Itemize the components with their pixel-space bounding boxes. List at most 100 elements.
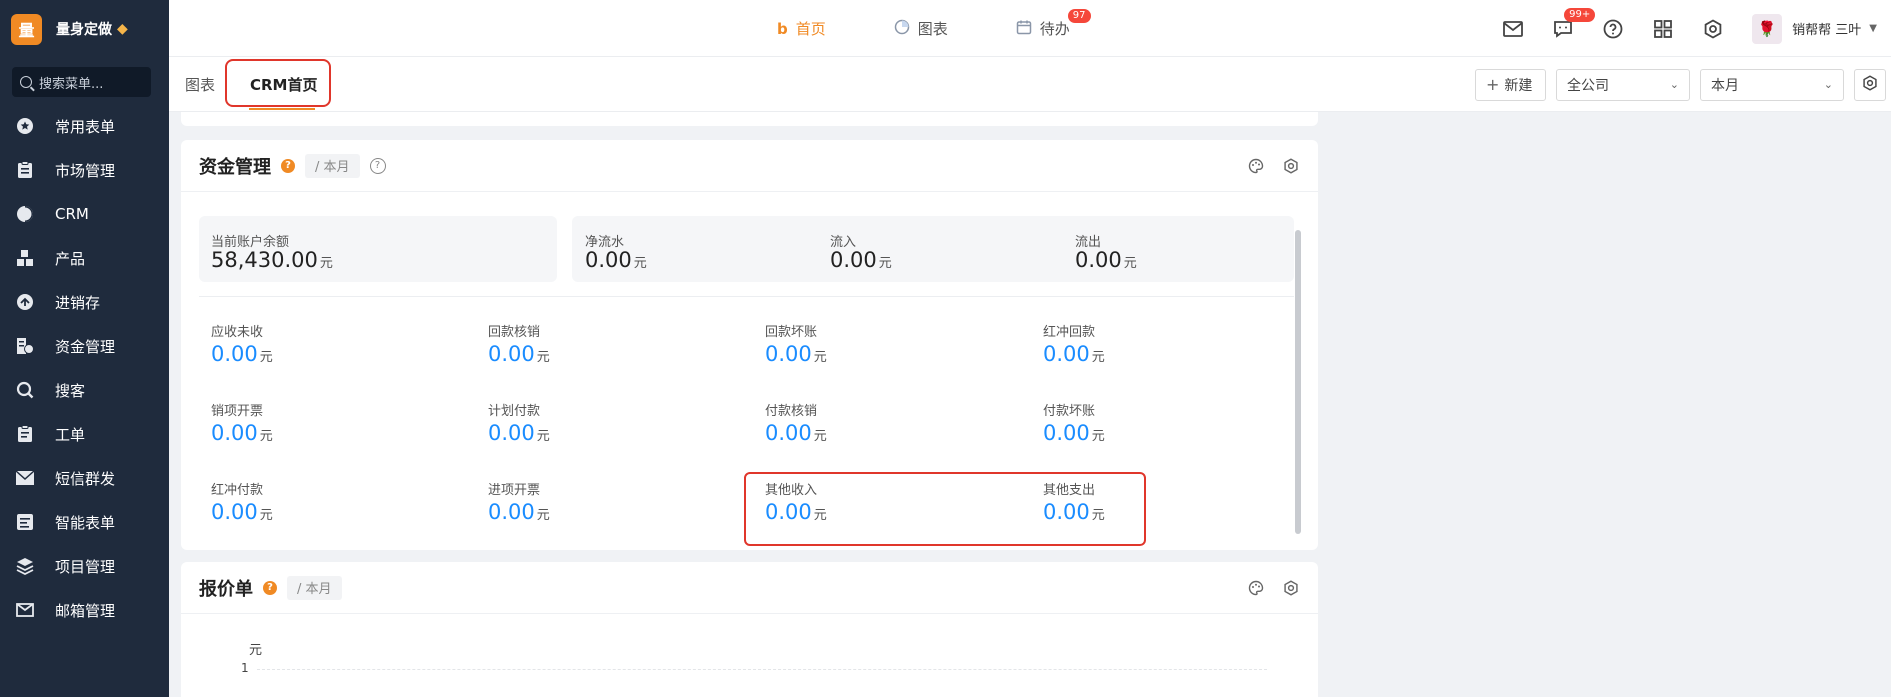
- metric-purchase-invoice[interactable]: 进项开票 0.00 元: [488, 479, 550, 524]
- sidebar-item-souke[interactable]: 搜客: [0, 368, 169, 412]
- period-select[interactable]: 本月 ⌄: [1700, 68, 1844, 101]
- sidebar-item-smart-forms[interactable]: 智能表单: [0, 500, 169, 544]
- brand-name: 量身定做: [56, 22, 112, 38]
- dashboard-content: 资金管理 ? / 本月 ? 当前账户余额 58,430.00 元 净流水 0.00…: [169, 112, 1319, 697]
- finance-card: 资金管理 ? / 本月 ? 当前账户余额 58,430.00 元 净流水 0.00…: [181, 140, 1318, 550]
- metric-bad-debt-received[interactable]: 回款坏账 0.00 元: [765, 321, 827, 366]
- metric-red-reversal-paid[interactable]: 红冲付款 0.00 元: [211, 479, 273, 524]
- nav-todo[interactable]: 待办 97: [1016, 9, 1091, 39]
- help-icon[interactable]: [1602, 18, 1624, 40]
- pie-chart-icon: [15, 204, 35, 224]
- calendar-icon: [1016, 19, 1032, 39]
- settings-icon[interactable]: [1702, 18, 1724, 40]
- sidebar-item-inventory[interactable]: 进销存: [0, 280, 169, 324]
- metric-label: 红冲回款: [1043, 325, 1096, 340]
- metric-unit: 元: [536, 429, 550, 444]
- chart-gridline: [257, 669, 1267, 670]
- question-icon[interactable]: ?: [263, 580, 277, 595]
- metric-payout-writeoff[interactable]: 付款核销 0.00 元: [765, 400, 827, 445]
- quote-card-header: 报价单 ? / 本月: [181, 562, 1318, 614]
- settings-icon[interactable]: [1282, 579, 1300, 597]
- search-icon: [15, 380, 35, 400]
- metric-value: 0.00: [1075, 248, 1122, 272]
- metric-value: 0.00: [765, 421, 812, 445]
- metric-net-flow[interactable]: 净流水 0.00 元: [585, 231, 647, 272]
- metric-unit: 元: [878, 256, 892, 271]
- top-right-toolbar: 99+ 🌹 销帮帮 三叶 ▼: [1502, 0, 1891, 57]
- question-icon[interactable]: ?: [281, 158, 295, 173]
- new-button-label: 新建: [1504, 77, 1533, 94]
- metric-value: 0.00: [211, 500, 258, 524]
- metric-inflow[interactable]: 流入 0.00 元: [830, 231, 892, 272]
- top-navigation-bar: b 首页 图表 待办 97 99+ 🌹 销帮帮 三叶 ▼: [169, 0, 1891, 57]
- sidebar-item-label: 短信群发: [55, 469, 116, 488]
- card-scrollbar[interactable]: [1295, 230, 1301, 534]
- active-tab-indicator: [249, 108, 315, 110]
- sidebar-item-label: 资金管理: [55, 337, 116, 356]
- nav-charts[interactable]: 图表: [894, 18, 948, 39]
- sidebar-item-market[interactable]: 市场管理: [0, 148, 169, 192]
- metric-label: 回款核销: [488, 325, 541, 340]
- metric-value: 0.00: [488, 342, 535, 366]
- nav-label: 首页: [795, 20, 826, 38]
- sidebar-item-crm[interactable]: CRM: [0, 192, 169, 236]
- help-icon[interactable]: ?: [369, 157, 386, 174]
- metric-unit: 元: [633, 256, 647, 271]
- sidebar-item-tickets[interactable]: 工单: [0, 412, 169, 456]
- metric-value: 0.00: [1043, 342, 1090, 366]
- metric-sales-invoice[interactable]: 销项开票 0.00 元: [211, 400, 273, 445]
- metric-outflow[interactable]: 流出 0.00 元: [1075, 231, 1137, 272]
- metric-unit: 元: [319, 256, 333, 271]
- metric-red-reversal-received[interactable]: 红冲回款 0.00 元: [1043, 321, 1105, 366]
- metric-label: 付款核销: [765, 404, 818, 419]
- metric-unit: 元: [813, 429, 827, 444]
- sidebar-item-products[interactable]: 产品: [0, 236, 169, 280]
- metric-unit: 元: [1091, 350, 1105, 365]
- search-icon: [20, 76, 32, 88]
- metric-receivable-unpaid[interactable]: 应收未收 0.00 元: [211, 321, 273, 366]
- quote-card: 报价单 ? / 本月 元 1: [181, 562, 1318, 697]
- metric-payment-writeoff[interactable]: 回款核销 0.00 元: [488, 321, 550, 366]
- brand-logo: 量: [11, 13, 42, 45]
- tab-bar: 图表 CRM首页 + 新建 全公司 ⌄ 本月 ⌄: [169, 57, 1891, 112]
- palette-icon[interactable]: [1247, 579, 1265, 597]
- sidebar-item-mailbox[interactable]: 邮箱管理: [0, 588, 169, 632]
- menu-search-input[interactable]: 搜索菜单...: [12, 67, 151, 97]
- nav-home[interactable]: b 首页: [777, 18, 826, 39]
- metric-payout-bad-debt[interactable]: 付款坏账 0.00 元: [1043, 400, 1105, 445]
- metric-label: 付款坏账: [1043, 404, 1096, 419]
- brand[interactable]: 量 量身定做 ◆: [0, 0, 169, 58]
- mail-icon[interactable]: [1502, 18, 1524, 40]
- nav-label: 图表: [917, 20, 948, 38]
- new-button[interactable]: + 新建: [1475, 68, 1546, 101]
- layers-icon: [15, 556, 35, 576]
- tab-settings-button[interactable]: [1854, 68, 1886, 101]
- chat-icon[interactable]: 99+: [1552, 7, 1596, 40]
- chevron-down-icon[interactable]: ▼: [1869, 23, 1877, 34]
- company-select[interactable]: 全公司 ⌄: [1556, 68, 1690, 101]
- sidebar-item-finance[interactable]: 资金管理: [0, 324, 169, 368]
- home-logo-icon: b: [777, 19, 788, 38]
- sidebar-item-label: CRM: [55, 205, 89, 223]
- tab-charts[interactable]: 图表: [185, 57, 215, 112]
- sidebar-item-sms[interactable]: 短信群发: [0, 456, 169, 500]
- diamond-icon: ◆: [117, 21, 128, 37]
- envelope-icon: [15, 468, 35, 488]
- metric-balance[interactable]: 当前账户余额 58,430.00 元: [211, 231, 333, 272]
- avatar[interactable]: 🌹: [1752, 13, 1783, 44]
- user-name[interactable]: 销帮帮 三叶: [1792, 19, 1861, 38]
- metric-value: 58,430.00: [211, 248, 318, 272]
- sidebar-item-label: 产品: [55, 249, 86, 268]
- apps-icon[interactable]: [1652, 18, 1674, 40]
- quote-chart: 元 1: [181, 614, 1318, 694]
- chat-badge: 99+: [1564, 7, 1596, 22]
- metric-value: 0.00: [830, 248, 877, 272]
- period-tag: / 本月: [305, 153, 360, 178]
- palette-icon[interactable]: [1247, 157, 1265, 175]
- settings-icon[interactable]: [1282, 157, 1300, 175]
- sidebar-item-label: 搜客: [55, 381, 86, 400]
- sidebar-item-projects[interactable]: 项目管理: [0, 544, 169, 588]
- metric-value: 0.00: [488, 500, 535, 524]
- metric-planned-payment[interactable]: 计划付款 0.00 元: [488, 400, 550, 445]
- sidebar-item-common-forms[interactable]: 常用表单: [0, 104, 169, 148]
